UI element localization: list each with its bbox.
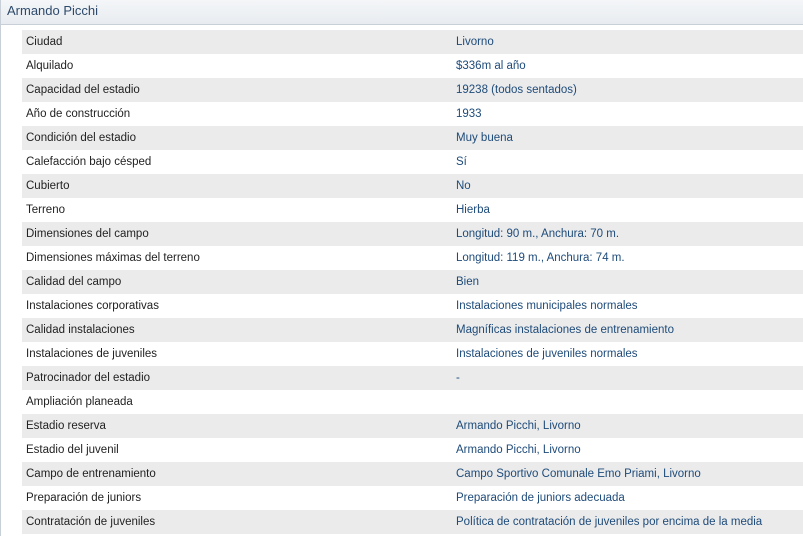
row-label: Dimensiones del campo [26, 228, 149, 240]
row-label: Instalaciones de juveniles [26, 348, 158, 360]
table-row: Instalaciones de juveniles Instalaciones … [22, 342, 803, 366]
row-label: Ampliación planeada [26, 396, 133, 408]
row-label: Capacidad del estadio [26, 84, 140, 96]
table-row: Calidad instalaciones Magníficas instalac… [22, 318, 803, 342]
row-value: Instalaciones municipales normales [456, 300, 638, 312]
row-value: Instalaciones de juveniles normales [456, 348, 638, 360]
row-value: Preparación de juniors adecuada [456, 492, 625, 504]
table-row: Instalaciones corporativas Instalaciones … [22, 294, 803, 318]
row-value: Magníficas instalaciones de entrenamient… [456, 324, 674, 336]
row-label: Terreno [26, 204, 65, 216]
row-label: Calidad del campo [26, 276, 122, 288]
table-row: Patrocinador del estadio - [22, 366, 803, 390]
table-row: Calidad del campo Bien [22, 270, 803, 294]
row-value: Longitud: 90 m., Anchura: 70 m. [456, 228, 620, 240]
table-row: Estadio reserva Armando Picchi, Livorno [22, 414, 803, 438]
row-label: Instalaciones corporativas [26, 300, 159, 312]
row-label: Calefacción bajo césped [26, 156, 152, 168]
row-label: Patrocinador del estadio [26, 372, 151, 384]
panel-title: Armando Picchi [1, 0, 803, 25]
table-row: Campo de entrenamiento Campo Sportivo Com… [22, 462, 803, 486]
row-label: Estadio reserva [26, 420, 106, 432]
row-value: Livorno [456, 36, 494, 48]
row-label: Condición del estadio [26, 132, 136, 144]
row-value: No [456, 180, 471, 192]
row-value: Política de contratación de juveniles po… [456, 516, 763, 528]
table-row: Calefacción bajo césped Sí [22, 150, 803, 174]
row-label: Contratación de juveniles [26, 516, 156, 528]
row-value: Sí [456, 156, 467, 168]
table-row: Ampliación planeada [22, 390, 803, 414]
stadium-details-table: Ciudad Livorno Alquilado $336m al año Capa… [22, 30, 803, 534]
table-row: Cubierto No [22, 174, 803, 198]
stadium-panel: Armando Picchi Ciudad Livorno Alquilado $3… [0, 0, 803, 536]
row-label: Preparación de juniors [26, 492, 142, 504]
table-row: Capacidad del estadio 19238 (todos sentad… [22, 78, 803, 102]
row-value: Muy buena [456, 132, 513, 144]
table-row: Ciudad Livorno [22, 30, 803, 54]
row-value: Bien [456, 276, 480, 288]
table-row: Condición del estadio Muy buena [22, 126, 803, 150]
table-row: Contratación de juveniles Política de con… [22, 510, 803, 534]
row-value: Hierba [456, 204, 490, 216]
row-label: Año de construcción [26, 108, 131, 120]
row-label: Estadio del juvenil [26, 444, 119, 456]
row-label: Cubierto [26, 180, 70, 192]
table-row: Dimensiones máximas del terreno Longitud:… [22, 246, 803, 270]
table-row: Terreno Hierba [22, 198, 803, 222]
row-label: Campo de entrenamiento [26, 468, 156, 480]
table-row: Dimensiones del campo Longitud: 90 m., An… [22, 222, 803, 246]
row-label: Calidad instalaciones [26, 324, 135, 336]
row-label: Ciudad [26, 36, 63, 48]
row-value: Longitud: 119 m., Anchura: 74 m. [456, 252, 625, 264]
row-value: Campo Sportivo Comunale Emo Priami, Livo… [456, 468, 701, 480]
table-row: Estadio del juvenil Armando Picchi, Livor… [22, 438, 803, 462]
row-value: - [456, 372, 460, 384]
row-value: $336m al año [456, 60, 526, 72]
row-value: Armando Picchi, Livorno [456, 444, 581, 456]
row-label: Dimensiones máximas del terreno [26, 252, 200, 264]
row-label: Alquilado [26, 60, 74, 72]
table-row: Año de construcción 1933 [22, 102, 803, 126]
row-value: Armando Picchi, Livorno [456, 420, 581, 432]
table-row: Preparación de juniors Preparación de jun… [22, 486, 803, 510]
row-value: 1933 [456, 108, 482, 120]
table-row: Alquilado $336m al año [22, 54, 803, 78]
row-value: 19238 (todos sentados) [456, 84, 577, 96]
